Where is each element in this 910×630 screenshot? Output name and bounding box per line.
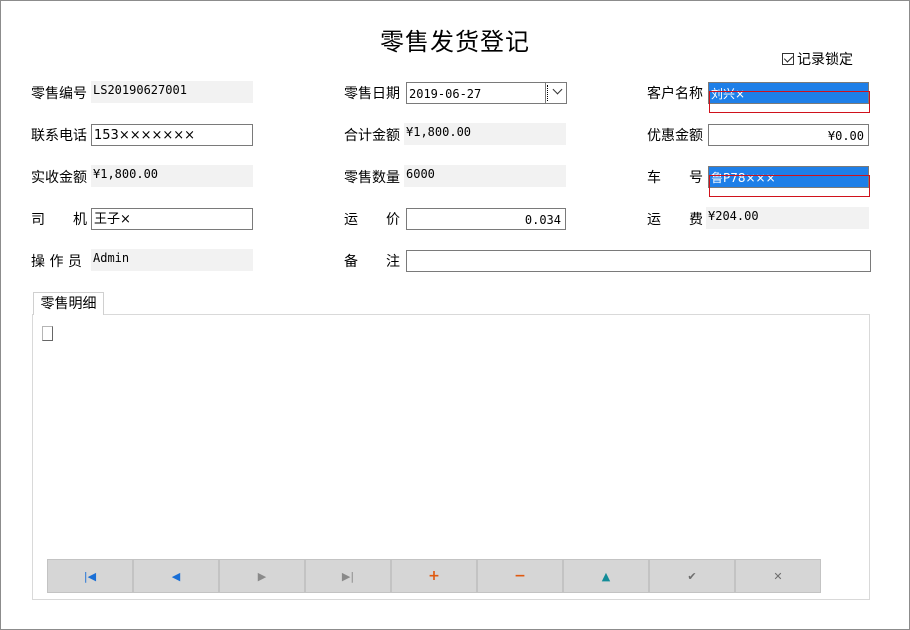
grid-corner-indicator [42,326,53,341]
next-record-icon: ▶ [257,569,267,583]
nav-insert-button[interactable]: + [391,559,477,593]
nav-prior-button[interactable]: ◀ [133,559,219,593]
freight-label: 运 费 [647,212,703,228]
record-lock-checkbox[interactable]: 记录锁定 [782,49,853,69]
form-title: 零售发货登记 [380,28,530,56]
remark-label: 备 注 [344,254,400,270]
nav-first-button[interactable]: |◀ [47,559,133,593]
total-amount-value: ¥1,800.00 [404,123,566,145]
checkmark-icon: ✔ [687,569,697,583]
detail-grid-panel[interactable] [32,314,870,600]
freight-price-input[interactable]: 0.034 [406,208,566,230]
edit-triangle-icon: ▲ [601,569,611,583]
freight-value: ¥204.00 [706,207,869,229]
discount-input[interactable]: ¥0.00 [708,124,869,146]
redaction-strike-line [711,91,867,92]
phone-label: 联系电话 [31,128,87,144]
nav-delete-button[interactable]: − [477,559,563,593]
date-dropdown-button[interactable] [545,82,567,104]
retail-no-value: LS20190627001 [91,81,253,103]
redaction-strike-line [711,175,867,176]
operator-value: Admin [91,249,253,271]
plus-icon: + [428,568,440,584]
remark-input[interactable] [406,250,871,272]
driver-input[interactable]: 王子× [91,208,253,230]
chevron-down-icon [552,84,563,95]
total-amount-label: 合计金额 [344,128,400,144]
phone-input[interactable]: 153××××××× [91,124,253,146]
prior-record-icon: ◀ [171,569,181,583]
freight-price-label: 运 价 [344,212,400,228]
nav-next-button[interactable]: ▶ [219,559,305,593]
received-value: ¥1,800.00 [91,165,253,187]
nav-cancel-button[interactable]: ✕ [735,559,821,593]
dotted-focus-icon [547,85,549,101]
last-record-icon: ▶| [341,569,355,583]
tab-retail-detail[interactable]: 零售明细 [33,292,104,315]
driver-label: 司 机 [31,212,87,228]
nav-edit-button[interactable]: ▲ [563,559,649,593]
customer-name-label: 客户名称 [647,86,703,102]
plate-label: 车 号 [647,170,703,186]
close-icon: ✕ [773,569,783,583]
minus-icon: − [514,568,526,584]
retail-no-label: 零售编号 [31,86,87,102]
received-label: 实收金额 [31,170,87,186]
customer-name-input[interactable]: 刘兴× [708,82,869,104]
first-record-icon: |◀ [83,569,97,583]
checkbox-checked-icon[interactable] [782,53,794,65]
quantity-label: 零售数量 [344,170,400,186]
record-navigator: |◀ ◀ ▶ ▶| + − ▲ ✔ ✕ [47,559,821,593]
nav-post-button[interactable]: ✔ [649,559,735,593]
plate-input[interactable]: 鲁P78××× [708,166,869,188]
retail-date-label: 零售日期 [344,86,400,102]
nav-last-button[interactable]: ▶| [305,559,391,593]
discount-label: 优惠金额 [647,128,703,144]
quantity-value: 6000 [404,165,566,187]
record-lock-label: 记录锁定 [797,52,853,68]
retail-date-input[interactable]: 2019-06-27 [406,82,546,104]
operator-label: 操 作 员 [31,254,82,270]
